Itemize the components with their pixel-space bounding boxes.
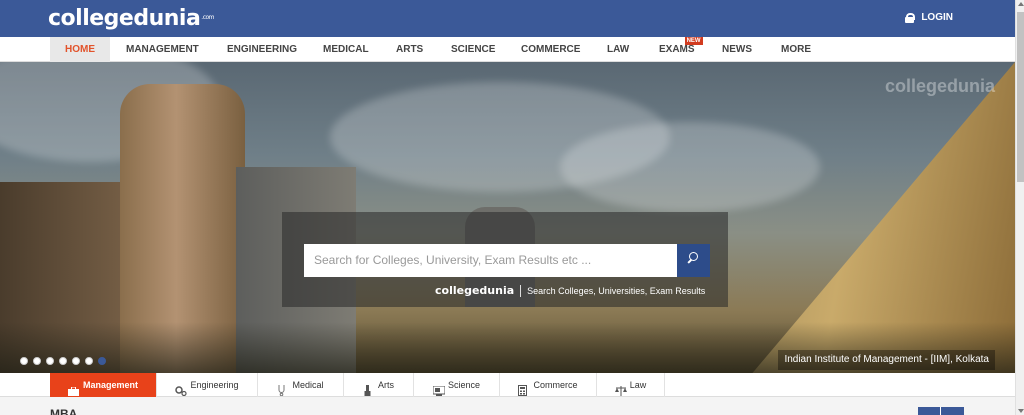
new-badge: NEW	[684, 37, 703, 45]
category-tab-label: Medical	[292, 380, 324, 390]
nav-item-management[interactable]: MANAGEMENT	[126, 37, 199, 62]
nav-item-exams[interactable]: EXAMS NEW	[659, 37, 703, 62]
scales-icon	[614, 381, 627, 396]
nav-item-news[interactable]: NEWS	[722, 37, 752, 62]
nav-item-law[interactable]: LAW	[607, 37, 629, 62]
tagline-text: Search Colleges, Universities, Exam Resu…	[527, 285, 706, 296]
category-tab-management[interactable]: Management	[50, 373, 157, 403]
category-tab-engineering[interactable]: Engineering	[157, 373, 258, 397]
category-tab-label: Commerce	[533, 380, 578, 390]
login-link[interactable]: LOGIN	[905, 12, 953, 23]
category-tab-label: Law	[629, 380, 647, 390]
nav-item-medical[interactable]: MEDICAL	[323, 37, 369, 62]
search-button[interactable]	[677, 244, 710, 277]
watermark: collegedunia	[884, 76, 995, 96]
stethoscope-icon	[277, 381, 287, 396]
search-panel: Search for Colleges, University, Exam Re…	[282, 212, 728, 307]
slide-dot[interactable]	[46, 357, 54, 365]
category-tab-label: Science	[447, 380, 481, 390]
slide-dot[interactable]	[72, 357, 80, 365]
login-label: LOGIN	[921, 12, 953, 23]
category-tab-label: Arts	[377, 380, 394, 390]
section-title: MBA	[50, 407, 78, 415]
gears-icon	[175, 381, 188, 396]
slide-dot[interactable]	[33, 357, 41, 365]
scroll-up-arrow-icon[interactable]	[1018, 2, 1024, 6]
slide-dot[interactable]	[20, 357, 28, 365]
calculator-icon	[518, 381, 528, 396]
main-nav: HOME MANAGEMENT ENGINEERING MEDICAL ARTS…	[0, 37, 1015, 62]
category-tab-arts[interactable]: Arts	[344, 373, 414, 397]
slide-indicators	[20, 357, 106, 365]
scrollbar-thumb[interactable]	[1017, 12, 1024, 182]
hero-banner: collegedunia Search for Colleges, Univer…	[0, 62, 1015, 373]
tagline-divider	[520, 284, 522, 297]
brush-icon	[363, 381, 373, 396]
slide-dot[interactable]	[59, 357, 67, 365]
nav-item-commerce[interactable]: COMMERCE	[521, 37, 580, 62]
nav-item-science[interactable]: SCIENCE	[451, 37, 495, 62]
category-tabs: Management Engineering Medical Arts Scie…	[0, 373, 1015, 403]
lock-icon	[905, 12, 916, 23]
search-input[interactable]: Search for Colleges, University, Exam Re…	[304, 244, 677, 277]
search-tagline: collegedunia Search Colleges, Universiti…	[435, 284, 705, 297]
category-tab-science[interactable]: Science	[414, 373, 500, 397]
tagline-logo: collegedunia	[435, 284, 515, 297]
category-tab-commerce[interactable]: Commerce	[500, 373, 597, 397]
carousel-nav-buttons[interactable]	[918, 407, 964, 415]
site-logo[interactable]: collegedunia.com	[48, 6, 215, 31]
category-tab-medical[interactable]: Medical	[258, 373, 344, 397]
category-tab-label: Engineering	[190, 380, 239, 390]
scroll-down-arrow-icon[interactable]	[1018, 409, 1024, 413]
category-tab-label: Management	[82, 380, 138, 390]
cloud	[560, 122, 820, 212]
search-icon	[687, 252, 699, 264]
top-bar: collegedunia.com LOGIN	[0, 0, 1015, 37]
slide-caption: Indian Institute of Management - [IIM], …	[778, 350, 995, 370]
nav-item-exams-label: EXAMS	[659, 44, 695, 55]
microscope-icon	[432, 381, 446, 396]
nav-item-home[interactable]: HOME	[50, 37, 110, 62]
scrollbar[interactable]	[1015, 0, 1024, 415]
briefcase-icon	[67, 381, 79, 396]
nav-item-more[interactable]: MORE	[781, 37, 811, 62]
nav-item-engineering[interactable]: ENGINEERING	[227, 37, 297, 62]
logo-suffix: .com	[201, 14, 215, 21]
slide-dot[interactable]	[85, 357, 93, 365]
category-tab-law[interactable]: Law	[597, 373, 665, 397]
content-area: MBA	[0, 397, 1015, 415]
slide-dot-current[interactable]	[98, 357, 106, 365]
nav-item-arts[interactable]: ARTS	[396, 37, 423, 62]
